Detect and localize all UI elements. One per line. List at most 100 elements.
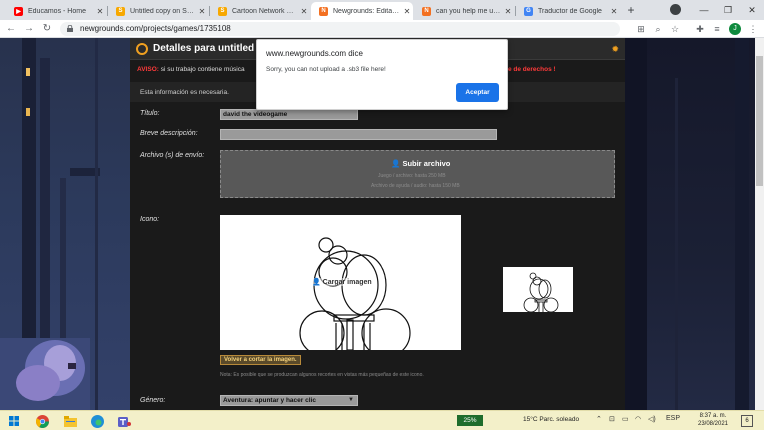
file-explorer-icon[interactable] — [62, 413, 78, 429]
language-indicator[interactable]: ESP — [666, 415, 680, 422]
tab-newgrounds-editing[interactable]: N Newgrounds: Editando ✕ — [311, 2, 413, 20]
reload-icon[interactable]: ↻ — [39, 21, 55, 37]
close-icon[interactable]: ✕ — [196, 7, 208, 16]
forward-icon[interactable]: → — [21, 21, 37, 37]
clock-time: 8:37 a. m. — [699, 413, 727, 419]
lock-icon — [67, 25, 73, 32]
system-clock[interactable]: 8:37 a. m. 23/08/2021 — [693, 412, 733, 428]
window-controls: — ❐ ✕ — [692, 0, 764, 20]
upload-label: Subir archivo — [402, 159, 451, 168]
extensions-icon[interactable]: ✚ — [693, 21, 707, 37]
notification-count: 6 — [745, 418, 749, 424]
menu-kebab-icon[interactable]: ⋮ — [746, 21, 760, 37]
windows-logo-icon — [9, 416, 19, 426]
chrome-icon — [35, 414, 49, 428]
volume-icon[interactable]: ◁) — [648, 415, 656, 423]
browser-toolbar: ← → ↻ newgrounds.com/projects/games/1735… — [0, 20, 764, 38]
translate-page-icon[interactable]: ⊞ — [634, 21, 648, 37]
battery-icon[interactable]: ▭ — [622, 415, 629, 423]
tab-title: Newgrounds: Editando — [333, 7, 401, 15]
tab-google-translate[interactable]: G Traductor de Google ✕ — [516, 2, 620, 20]
teams-taskbar-icon[interactable] — [116, 413, 132, 429]
title-input[interactable]: david the videogame — [220, 109, 358, 120]
tab-scratch-untitled[interactable]: S Untitled copy on Scratch ✕ — [108, 2, 208, 20]
genre-select[interactable]: Aventura: apuntar y hacer clic ▼ — [220, 395, 358, 406]
recrop-image-button[interactable]: Volver a cortar la imagen. — [220, 355, 301, 365]
profile-avatar[interactable]: J — [729, 23, 741, 35]
page-scrollbar[interactable] — [755, 38, 764, 410]
newgrounds-icon: N — [319, 6, 328, 16]
accept-button[interactable]: Aceptar — [456, 83, 499, 102]
icon-preview-thumbnail — [503, 267, 573, 312]
windows-taskbar: 25% 15°C Parc. soleado ⌃ ⊡ ▭ ◠ ◁) ESP 8:… — [0, 410, 764, 430]
gear-icon — [136, 43, 148, 55]
back-icon[interactable]: ← — [3, 21, 19, 37]
tab-search-icon[interactable] — [670, 4, 681, 15]
chevron-up-icon[interactable]: ⌃ — [596, 415, 602, 423]
crop-note: Nota: Es posible que se produzcan alguno… — [220, 372, 424, 378]
wifi-icon[interactable]: ◠ — [635, 415, 641, 423]
close-icon[interactable]: ✕ — [298, 7, 310, 16]
tab-cartoon-network[interactable]: S Cartoon Network Hotel ✕ — [210, 2, 310, 20]
castle-tower-illustration — [0, 38, 100, 410]
scratch-icon: S — [116, 6, 125, 16]
battery-percent-badge[interactable]: 25% — [457, 415, 483, 426]
network-icon[interactable]: ⊡ — [609, 415, 615, 423]
icon-preview-drawing — [523, 272, 559, 312]
files-label: Archivo (s) de envío: — [140, 152, 205, 159]
upload-hint-audio: Archivo de ayuda / audio: hasta 150 MB — [371, 183, 460, 189]
weather-widget[interactable]: 15°C Parc. soleado — [523, 416, 579, 423]
background-art-right — [625, 38, 764, 410]
youtube-icon: ▶ — [14, 6, 23, 16]
notification-center-button[interactable]: 6 — [741, 415, 753, 427]
chrome-taskbar-icon[interactable] — [34, 413, 50, 429]
user-upload-icon: 👤 — [391, 159, 401, 168]
zoom-icon[interactable]: ⌕ — [651, 21, 665, 37]
close-icon[interactable]: ✕ — [94, 7, 106, 16]
info-text: Esta información es necesaria. — [140, 89, 229, 96]
background-art-left — [0, 38, 130, 410]
warning-text: si su trabajo contiene música — [160, 66, 245, 73]
newgrounds-icon: N — [422, 6, 431, 16]
url-text: newgrounds.com/projects/games/1735108 — [80, 24, 231, 33]
upload-file-button[interactable]: 👤 Subir archivo — [391, 159, 450, 168]
icon-label: Icono: — [140, 216, 160, 223]
windows-start-icon[interactable] — [6, 413, 22, 429]
address-bar[interactable]: newgrounds.com/projects/games/1735108 — [60, 22, 620, 36]
close-window-icon[interactable]: ✕ — [740, 5, 764, 16]
chevron-down-icon: ▼ — [348, 397, 354, 403]
close-icon[interactable]: ✕ — [401, 7, 413, 16]
close-icon[interactable]: ✕ — [502, 7, 514, 16]
title-label: Título: — [140, 110, 160, 117]
warning-label: AVISO: — [137, 66, 159, 73]
tab-title: Educamos - Home — [28, 7, 86, 15]
bookmark-star-icon[interactable]: ☆ — [668, 21, 682, 37]
browser-tab-strip: ▶ Educamos - Home ✕ S Untitled copy on S… — [0, 0, 764, 20]
teams-icon — [117, 416, 131, 427]
reading-list-icon[interactable]: ≡ — [710, 21, 724, 37]
edge-taskbar-icon[interactable] — [89, 413, 105, 429]
folder-icon — [63, 415, 77, 427]
maximize-icon[interactable]: ❐ — [716, 5, 740, 16]
description-label: Breve descripción: — [140, 130, 198, 137]
user-upload-icon: 👤 — [312, 279, 321, 286]
tab-help-upload[interactable]: N can you help me upload ✕ — [414, 2, 514, 20]
clock-date: 23/08/2021 — [697, 421, 729, 427]
upload-hint-game: Juego / archivo: hasta 250 MB — [378, 173, 446, 179]
new-tab-button[interactable]: + — [624, 2, 638, 18]
alert-dialog: www.newgrounds.com dice Sorry, you can n… — [256, 39, 508, 110]
dark-tower-illustration — [625, 38, 749, 410]
file-dropzone[interactable]: 👤 Subir archivo Juego / archivo: hasta 2… — [220, 150, 615, 198]
settings-icon[interactable]: ✹ — [611, 44, 619, 55]
load-image-button[interactable]: 👤 Cargar imagen — [312, 278, 372, 286]
scrollbar-thumb[interactable] — [756, 56, 763, 186]
dialog-origin: www.newgrounds.com dice — [266, 49, 363, 58]
close-icon[interactable]: ✕ — [608, 7, 620, 16]
warning-message: AVISO: si su trabajo contiene música — [137, 66, 245, 73]
icon-image-editor[interactable]: 👤 Cargar imagen — [220, 215, 461, 350]
tab-educamos[interactable]: ▶ Educamos - Home ✕ — [6, 2, 106, 20]
tab-title: Cartoon Network Hotel — [232, 7, 298, 15]
tab-title: Untitled copy on Scratch — [130, 7, 196, 15]
description-input[interactable] — [220, 129, 497, 140]
minimize-icon[interactable]: — — [692, 5, 716, 15]
